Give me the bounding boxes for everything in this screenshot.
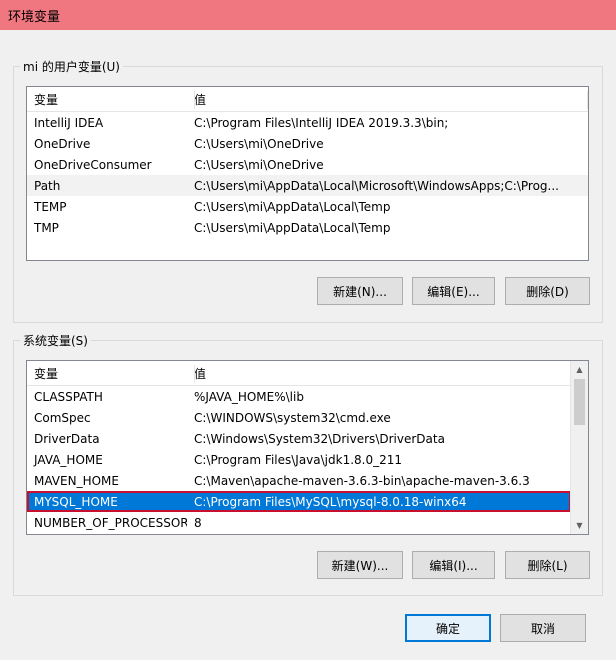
table-row[interactable]: TEMP C:\Users\mi\AppData\Local\Temp — [27, 196, 588, 217]
variable-name: JAVA_HOME — [34, 452, 103, 467]
user-delete-button[interactable]: 删除(D) — [505, 277, 590, 305]
ok-button[interactable]: 确定 — [405, 614, 491, 642]
variable-value: C:\WINDOWS\system32\cmd.exe — [194, 410, 391, 425]
variable-name: MYSQL_HOME — [34, 494, 118, 509]
title-bar[interactable]: 环境变量 — [0, 0, 616, 30]
user-variables-legend: mi 的用户变量(U) — [20, 58, 123, 75]
column-header-value[interactable]: 值 — [187, 365, 571, 382]
variable-value: C:\Users\mi\OneDrive — [194, 157, 324, 172]
scrollbar-thumb[interactable] — [574, 379, 585, 425]
column-header-value[interactable]: 值 — [187, 91, 588, 108]
system-variables-list[interactable]: 变量 值 CLASSPATH %JAVA_HOME%\lib ComSpec C… — [26, 360, 589, 535]
table-row[interactable]: TMP C:\Users\mi\AppData\Local\Temp — [27, 217, 588, 238]
column-separator — [194, 365, 195, 383]
variable-value: C:\Program Files\MySQL\mysql-8.0.18-winx… — [194, 494, 467, 509]
user-variables-group: mi 的用户变量(U) 变量 值 IntelliJ IDEA C:\Progra… — [13, 58, 603, 323]
table-row[interactable]: JAVA_HOME C:\Program Files\Java\jdk1.8.0… — [27, 449, 571, 470]
user-edit-button[interactable]: 编辑(E)... — [412, 277, 495, 305]
variable-value: %JAVA_HOME%\lib — [194, 389, 304, 404]
variable-name: NUMBER_OF_PROCESSORS — [34, 515, 187, 530]
system-delete-button[interactable]: 删除(L) — [505, 551, 590, 579]
scroll-down-arrow-icon[interactable]: ▼ — [571, 517, 588, 534]
variable-name: IntelliJ IDEA — [34, 115, 104, 130]
variable-name: OneDrive — [34, 136, 91, 151]
variable-value: C:\Windows\System32\Drivers\DriverData — [194, 431, 445, 446]
variable-name: CLASSPATH — [34, 389, 103, 404]
variable-name: OneDriveConsumer — [34, 157, 152, 172]
table-row[interactable]: DriverData C:\Windows\System32\Drivers\D… — [27, 428, 571, 449]
variable-name: DriverData — [34, 431, 100, 446]
table-row[interactable]: OneDriveConsumer C:\Users\mi\OneDrive — [27, 154, 588, 175]
window-title: 环境变量 — [8, 9, 61, 25]
table-row[interactable]: CLASSPATH %JAVA_HOME%\lib — [27, 386, 571, 407]
list-header: 变量 值 — [27, 87, 588, 112]
user-variables-list[interactable]: 变量 值 IntelliJ IDEA C:\Program Files\Inte… — [26, 86, 589, 261]
variable-value: C:\Program Files\Java\jdk1.8.0_211 — [194, 452, 403, 467]
system-variables-legend: 系统变量(S) — [20, 332, 91, 349]
cancel-button[interactable]: 取消 — [500, 614, 586, 642]
variable-value: C:\Users\mi\AppData\Local\Temp — [194, 220, 391, 235]
user-new-button[interactable]: 新建(N)... — [317, 277, 403, 305]
variable-value: C:\Users\mi\AppData\Local\Microsoft\Wind… — [194, 178, 559, 193]
variable-name: Path — [34, 178, 61, 193]
table-row[interactable]: OneDrive C:\Users\mi\OneDrive — [27, 133, 588, 154]
variable-name: MAVEN_HOME — [34, 473, 119, 488]
column-separator — [587, 91, 588, 109]
list-header: 变量 值 — [27, 361, 571, 386]
system-new-button[interactable]: 新建(W)... — [317, 551, 403, 579]
variable-name: TMP — [34, 220, 59, 235]
variable-value: C:\Users\mi\AppData\Local\Temp — [194, 199, 391, 214]
variable-value: C:\Users\mi\OneDrive — [194, 136, 324, 151]
variable-name: TEMP — [34, 199, 67, 214]
table-row[interactable]: IntelliJ IDEA C:\Program Files\IntelliJ … — [27, 112, 588, 133]
system-edit-button[interactable]: 编辑(I)... — [412, 551, 495, 579]
variable-value: 8 — [194, 515, 202, 530]
column-header-variable[interactable]: 变量 — [27, 365, 187, 382]
column-separator — [194, 91, 195, 109]
table-row[interactable]: ComSpec C:\WINDOWS\system32\cmd.exe — [27, 407, 571, 428]
table-row[interactable]: Path C:\Users\mi\AppData\Local\Microsoft… — [27, 175, 588, 196]
system-variables-group: 系统变量(S) 变量 值 CLASSPATH %JAVA_HOME%\lib C… — [13, 332, 603, 596]
scroll-up-arrow-icon[interactable]: ▲ — [571, 361, 588, 378]
column-header-variable[interactable]: 变量 — [27, 91, 187, 108]
variable-name: ComSpec — [34, 410, 91, 425]
table-row[interactable]: MAVEN_HOME C:\Maven\apache-maven-3.6.3-b… — [27, 470, 571, 491]
table-row-selected[interactable]: MYSQL_HOME C:\Program Files\MySQL\mysql-… — [27, 491, 571, 512]
vertical-scrollbar[interactable]: ▲ ▼ — [570, 361, 588, 534]
table-row[interactable]: NUMBER_OF_PROCESSORS 8 — [27, 512, 571, 533]
variable-value: C:\Maven\apache-maven-3.6.3-bin\apache-m… — [194, 473, 530, 488]
variable-value: C:\Program Files\IntelliJ IDEA 2019.3.3\… — [194, 115, 449, 130]
